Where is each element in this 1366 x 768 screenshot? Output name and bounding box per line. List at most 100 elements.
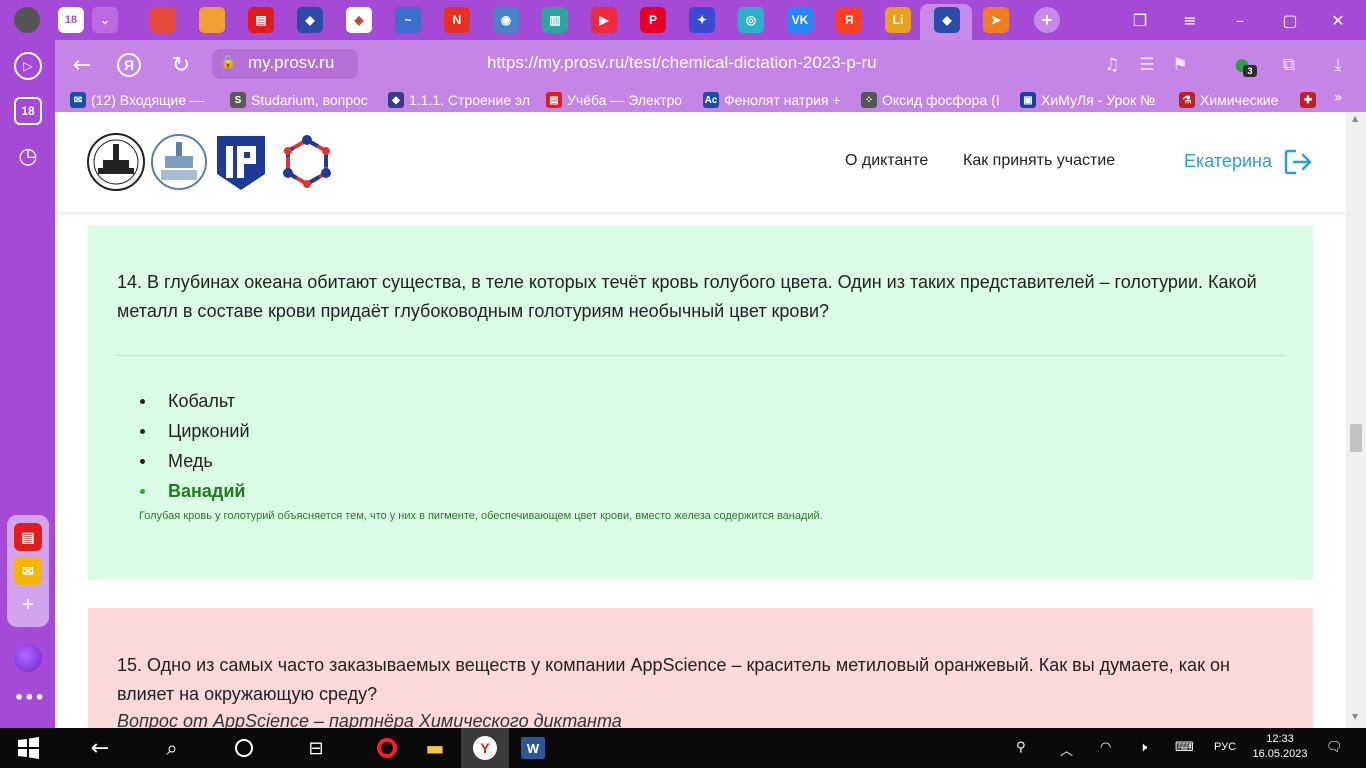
bookmark-item[interactable]: ✉ (12) Входящие — [70,91,220,109]
mail-widget-icon[interactable]: ✉ [14,557,42,585]
page-scrollbar[interactable]: ▲ ▼ [1346,112,1366,728]
tab-wing-icon[interactable]: ~ [395,7,421,33]
add-widget-icon[interactable]: + [14,591,42,619]
logout-icon[interactable] [1283,148,1313,176]
collections-icon[interactable]: ⧉ [1277,53,1301,77]
search-icon[interactable]: ⌕ [158,734,186,762]
user-name-link[interactable]: Екатерина [1184,151,1272,172]
flask-icon: ⚗ [1179,92,1195,108]
answer-option[interactable]: Кобальт [140,386,250,416]
prosv-icon: ◆ [388,92,404,108]
input-language[interactable]: РУС [1214,741,1236,753]
cortana-circle-icon[interactable] [230,734,258,762]
back-arrow-icon[interactable]: ← [69,52,95,78]
tab-prosv-icon[interactable]: ◆ [297,7,323,33]
new-tab-plus-icon[interactable]: + [1034,7,1060,33]
tab-book-icon[interactable]: ▥ [542,7,568,33]
headphones-icon[interactable]: ♫ [1100,53,1124,77]
tab-lit-icon[interactable]: Li [885,7,911,33]
msu-logo-icon[interactable] [86,132,146,192]
opera-icon[interactable] [373,734,401,762]
tab-windows-2-icon[interactable] [199,7,225,33]
alice-assistant-icon[interactable] [14,644,42,672]
bookmark-item[interactable]: ◆ 1.1.1. Строение эл [388,91,536,109]
minimize-icon[interactable]: – [1227,8,1253,32]
address-bar: ← Я ↻ 🔒 my.prosv.ru https://my.prosv.ru/… [55,40,1366,88]
tab-counter[interactable]: 18 [58,7,84,33]
tab-n-icon[interactable]: N [444,7,470,33]
tab-windows-icon[interactable] [150,7,176,33]
yandex-logo-icon[interactable]: Я [117,53,141,77]
uk-flag-icon: ✚ [1300,92,1316,108]
tab-globe-icon[interactable]: ◉ [493,7,519,33]
play-icon[interactable]: ▷ [14,52,42,80]
more-icon[interactable]: ••• [14,688,45,707]
reader-mode-icon[interactable]: ☰ [1135,53,1159,77]
tab-vk-icon[interactable]: VK [787,7,813,33]
task-view-icon[interactable]: ⊟ [302,734,330,762]
prosv-logo-icon[interactable] [215,132,267,192]
bookmark-item[interactable]: S Studarium, вопрос [230,91,375,109]
tabs-overview-icon[interactable]: ❐ [1127,8,1153,32]
bookmark-icon[interactable]: ⚑ [1168,53,1192,77]
keyboard-icon[interactable]: ⌨ [1175,740,1194,755]
extension-badge: 3 [1243,65,1257,77]
tab-list-chevron-icon[interactable]: ⌄ [92,7,118,33]
tab-doc-icon[interactable]: ▤ [248,7,274,33]
windows-taskbar: ← ⌕ ⊟ ▬ Y W ⚲ ︿ ◠ 🕨 ⌨ РУС 12:33 16.05.20… [0,728,1366,768]
document-icon: ▤ [546,92,562,108]
scroll-down-icon[interactable]: ▼ [1352,712,1358,721]
sidebar-widgets: ▤ ✉ + [7,515,49,627]
close-icon[interactable]: ✕ [1325,8,1351,32]
windows-start-icon[interactable] [14,734,42,762]
scroll-up-icon[interactable]: ▲ [1352,114,1358,123]
yandex-browser-icon[interactable]: Y [471,734,499,762]
clock-date[interactable]: 16.05.2023 [1246,747,1314,762]
tab-rocket-icon[interactable]: ✦ [689,7,715,33]
answer-option-correct[interactable]: Ванадий [140,476,250,506]
nav-about[interactable]: О диктанте [845,152,928,170]
bookmark-item[interactable]: Ac Фенолят натрия + [703,91,848,109]
clock-time[interactable]: 12:33 [1252,732,1308,747]
bookmark-item[interactable]: ⁘ Оксид фосфора (I [861,91,1009,109]
back-arrow-icon[interactable]: ← [86,734,114,762]
bookmark-item[interactable]: ✚ [1300,91,1322,109]
tab-prosv-active-icon[interactable]: ◆ [934,7,960,33]
bookmark-item[interactable]: ▣ ХиМуЛя - Урок № [1020,91,1163,109]
dictation-logo-icon[interactable] [277,132,337,192]
profile-avatar[interactable] [14,7,40,33]
chem-faculty-logo-icon[interactable] [149,132,209,192]
answer-explanation: Голубая кровь у голотурий объясняется те… [139,510,823,522]
history-clock-icon[interactable]: ◷ [14,142,42,170]
people-icon[interactable]: ⚲ [1016,740,1026,755]
word-icon[interactable]: W [519,734,547,762]
lock-icon: 🔒 [220,55,237,70]
download-icon[interactable]: ⤓ [1326,53,1350,77]
bookmark-item[interactable]: ⚗ Химические [1179,91,1289,109]
file-explorer-icon[interactable]: ▬ [421,734,449,762]
tab-yandex-icon[interactable]: Я [836,7,862,33]
tab-pinterest-icon[interactable]: P [640,7,666,33]
menu-icon[interactable]: ≡ [1177,8,1203,32]
tab-video-icon[interactable]: ▶ [591,7,617,33]
maximize-icon[interactable]: ▢ [1277,8,1303,32]
tab-circle-icon[interactable]: ◎ [738,7,764,33]
url-input[interactable]: https://my.prosv.ru/test/chemical-dictat… [487,53,877,73]
notes-icon[interactable]: ▤ [14,523,42,551]
answer-option[interactable]: Цирконий [140,416,250,446]
scroll-thumb[interactable] [1350,424,1362,452]
nav-how-to-participate[interactable]: Как принять участие [963,152,1115,170]
tab-plane-icon[interactable]: ➤ [983,7,1009,33]
answer-option[interactable]: Медь [140,446,250,476]
tray-chevron-icon[interactable]: ︿ [1060,740,1073,759]
tab-app-icon[interactable]: ◈ [346,7,372,33]
question-card-incorrect: 15. Одно из самых часто заказываемых вещ… [88,608,1313,728]
bookmark-item[interactable]: ▤ Учёба — Электро [546,91,691,109]
volume-icon[interactable]: 🕨 [1139,740,1147,755]
bookmarks-more-icon[interactable]: » [1334,90,1343,106]
notifications-icon[interactable]: 🗨 [1326,740,1343,755]
sidebar-tab-counter[interactable]: 18 [14,97,42,125]
url-domain-pill[interactable]: 🔒 my.prosv.ru [212,49,358,79]
reload-icon[interactable]: ↻ [168,52,194,78]
wifi-icon[interactable]: ◠ [1100,740,1111,755]
